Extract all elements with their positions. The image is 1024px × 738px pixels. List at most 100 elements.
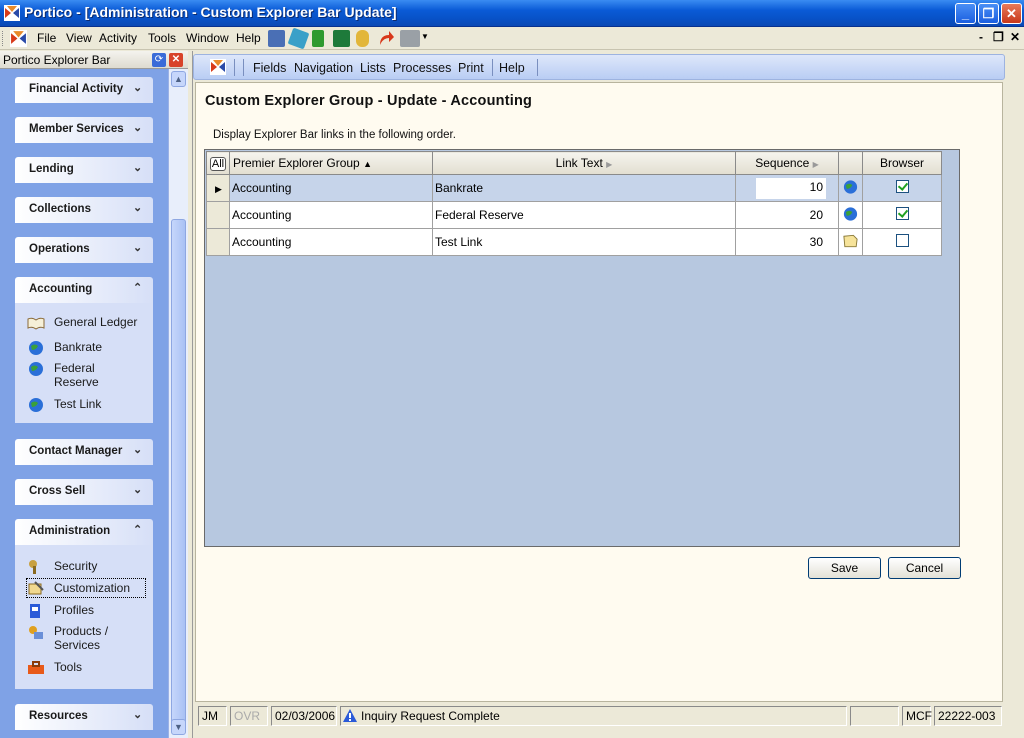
printer-icon[interactable] [400,30,420,47]
table-row[interactable]: Accounting Test Link 30 [206,228,942,256]
toolbar-grip [2,31,5,46]
column-header-icon[interactable] [838,151,863,175]
link-customization[interactable]: Customization [26,578,146,598]
section-label: Administration [29,525,111,537]
portico-menu-icon[interactable] [10,30,27,47]
chevron-up-icon[interactable]: ⌃ [133,281,142,294]
menu-bar: File View Activity Tools Window Help ▼ -… [0,27,1024,50]
cell-icon[interactable] [838,201,863,229]
chevron-down-icon[interactable]: ⌄ [133,81,142,94]
table-row[interactable]: Accounting Federal Reserve 20 [206,201,942,229]
cell-browser[interactable] [862,174,942,202]
column-header-sequence[interactable]: Sequence ▶ [735,151,839,175]
dollar-icon[interactable] [312,30,324,47]
cell-group[interactable]: Accounting [229,201,433,229]
chevron-down-icon[interactable]: ⌄ [133,443,142,456]
section-collections[interactable]: Collections ⌄ [15,197,153,223]
portico-form-icon[interactable] [210,59,226,75]
column-header-link-text[interactable]: Link Text ▶ [432,151,736,175]
explorer-close-icon[interactable]: ✕ [169,53,183,67]
row-selector[interactable] [206,201,230,229]
close-button[interactable]: ✕ [1001,3,1022,24]
toolbar-processes[interactable]: Processes [393,61,451,75]
maximize-button[interactable]: ❐ [978,3,999,24]
browser-checkbox[interactable] [895,234,909,247]
mdi-restore-button[interactable]: ❐ [993,30,1004,44]
status-message: Inquiry Request Complete [340,706,847,726]
sequence-input[interactable]: 10 [756,177,826,199]
section-accounting[interactable]: Accounting ⌃ [15,277,153,303]
section-contact-manager[interactable]: Contact Manager ⌄ [15,439,153,465]
toolbar-help[interactable]: Help [499,61,525,75]
toolbar-print[interactable]: Print [458,61,484,75]
refresh-icon[interactable]: ⟳ [152,53,166,67]
menu-window[interactable]: Window [186,31,229,45]
transfer-icon[interactable] [287,27,310,50]
keys-icon [29,560,37,574]
section-member-services[interactable]: Member Services ⌄ [15,117,153,143]
cell-browser[interactable] [862,228,942,256]
toolbar-fields[interactable]: Fields [253,61,286,75]
explorer-scrollbar[interactable]: ▲ ▼ [168,69,188,738]
mdi-close-button[interactable]: ✕ [1010,30,1020,44]
chevron-up-icon[interactable]: ⌃ [133,523,142,536]
scroll-up-icon[interactable]: ▲ [171,71,186,87]
section-label: Financial Activity [29,83,124,95]
section-financial-activity[interactable]: Financial Activity ⌄ [15,77,153,103]
table-row[interactable]: ▶ Accounting Bankrate 10 [206,174,942,202]
menu-view[interactable]: View [66,31,92,45]
cell-group[interactable]: Accounting [229,228,433,256]
menu-activity[interactable]: Activity [99,31,137,45]
menu-help[interactable]: Help [236,31,261,45]
chevron-down-icon[interactable]: ⌄ [133,483,142,496]
menu-tools[interactable]: Tools [148,31,176,45]
chevron-down-icon[interactable]: ⌄ [133,708,142,721]
cell-link-text[interactable]: Test Link [432,228,736,256]
chevron-down-icon[interactable]: ⌄ [133,201,142,214]
printer-dropdown-icon[interactable]: ▼ [421,32,429,41]
status-mode: MCF [902,706,932,726]
cell-sequence[interactable]: 10 [735,174,839,202]
cell-icon[interactable] [838,228,863,256]
cash-icon[interactable] [333,30,350,47]
minimize-button[interactable]: _ [955,3,976,24]
select-all-button[interactable]: All [206,151,230,175]
toolbar-navigation[interactable]: Navigation [294,61,353,75]
scroll-thumb[interactable] [171,219,186,729]
member-lookup-icon[interactable] [268,30,285,47]
section-operations[interactable]: Operations ⌄ [15,237,153,263]
cell-sequence[interactable]: 20 [735,201,839,229]
cancel-button[interactable]: Cancel [888,557,961,579]
row-selector[interactable]: ▶ [206,174,230,202]
mdi-minimize-button[interactable]: - [979,30,983,44]
cell-sequence[interactable]: 30 [735,228,839,256]
scroll-down-icon[interactable]: ▼ [171,719,186,735]
section-label: Contact Manager [29,445,123,457]
section-resources[interactable]: Resources ⌄ [15,704,153,730]
chevron-down-icon[interactable]: ⌄ [133,121,142,134]
cell-link-text[interactable]: Federal Reserve [432,201,736,229]
save-button[interactable]: Save [808,557,881,579]
row-selector[interactable] [206,228,230,256]
menu-file[interactable]: File [37,31,56,45]
cell-link-text[interactable]: Bankrate [432,174,736,202]
cell-icon[interactable] [838,174,863,202]
cell-browser[interactable] [862,201,942,229]
column-header-group[interactable]: Premier Explorer Group ▲ [229,151,433,175]
section-administration[interactable]: Administration ⌃ [15,519,153,545]
money-bag-icon[interactable] [356,30,369,47]
explorer-bar: Portico Explorer Bar ⟳ ✕ Financial Activ… [0,51,188,738]
section-lending[interactable]: Lending ⌄ [15,157,153,183]
status-date: 02/03/2006 [271,706,337,726]
column-header-browser[interactable]: Browser [862,151,942,175]
browser-checkbox[interactable] [895,207,909,220]
section-label: Cross Sell [29,485,86,497]
cell-group[interactable]: Accounting [229,174,433,202]
chevron-down-icon[interactable]: ⌄ [133,161,142,174]
browser-checkbox[interactable] [895,180,909,193]
status-empty [850,706,899,726]
section-cross-sell[interactable]: Cross Sell ⌄ [15,479,153,505]
toolbar-lists[interactable]: Lists [360,61,386,75]
redo-arrow-icon[interactable] [377,30,395,47]
chevron-down-icon[interactable]: ⌄ [133,241,142,254]
